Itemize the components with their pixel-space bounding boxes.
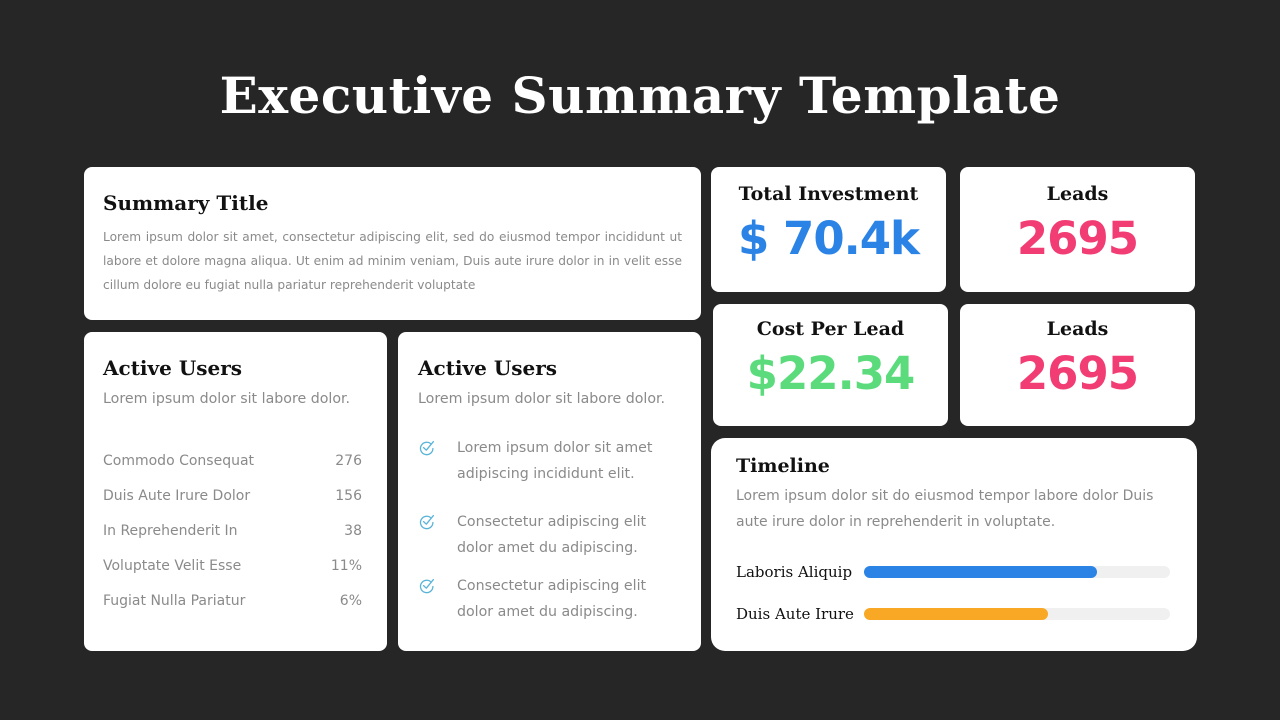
table-row: Duis Aute Irure Dolor 156 [103, 478, 368, 513]
row-value: 156 [335, 487, 362, 504]
slide: Executive Summary Template Summary Title… [0, 0, 1280, 720]
progress-fill [864, 566, 1097, 578]
active-users-table-card: Active Users Lorem ipsum dolor sit labor… [84, 332, 387, 651]
active-users-table-subtitle: Lorem ipsum dolor sit labore dolor. [103, 391, 351, 407]
stat-card-leads-2: Leads 2695 [960, 304, 1195, 426]
progress-list: Laboris Aliquip Duis Aute Irure [736, 551, 1172, 635]
stat-value: 2695 [1016, 347, 1139, 400]
table-row: In Reprehenderit In 38 [103, 513, 368, 548]
stat-card-leads: Leads 2695 [960, 167, 1195, 292]
stat-label: Cost Per Lead [756, 318, 905, 340]
timeline-card: Timeline Lorem ipsum dolor sit do eiusmo… [711, 438, 1197, 651]
row-label: Fugiat Nulla Pariatur [103, 593, 246, 610]
checklist: Lorem ipsum dolor sit amet adipiscing in… [418, 435, 681, 625]
check-circle-icon [418, 577, 436, 595]
table-row: Commodo Consequat 276 [103, 443, 368, 478]
stat-label: Total Investment [738, 183, 919, 205]
row-label: Voluptate Velit Esse [103, 558, 242, 575]
progress-track [864, 608, 1170, 620]
table-row: Voluptate Velit Esse 11% [103, 549, 368, 584]
check-item-text: Lorem ipsum dolor sit amet adipiscing in… [457, 440, 653, 482]
stat-label: Leads [1046, 318, 1109, 340]
summary-title: Summary Title [103, 191, 269, 215]
list-item: Consectetur adipiscing elit dolor amet d… [418, 573, 681, 625]
active-users-table-title: Active Users [103, 356, 243, 380]
row-label: Commodo Consequat [103, 452, 255, 469]
progress-track [864, 566, 1170, 578]
active-users-checklist-card: Active Users Lorem ipsum dolor sit labor… [398, 332, 701, 651]
stat-label: Leads [1046, 183, 1109, 205]
stat-value: $22.34 [746, 347, 916, 400]
check-circle-icon [418, 439, 436, 457]
row-value: 276 [335, 452, 362, 469]
timeline-title: Timeline [736, 455, 830, 477]
list-item: Lorem ipsum dolor sit amet adipiscing in… [418, 435, 681, 487]
check-item-text: Consectetur adipiscing elit dolor amet d… [457, 578, 647, 620]
list-item: Consectetur adipiscing elit dolor amet d… [418, 509, 681, 561]
check-circle-icon [418, 513, 436, 531]
progress-fill [864, 608, 1048, 620]
stat-card-cost-per-lead: Cost Per Lead $22.34 [713, 304, 948, 426]
page-title: Executive Summary Template [219, 66, 1061, 125]
table-row: Fugiat Nulla Pariatur 6% [103, 584, 368, 619]
row-label: In Reprehenderit In [103, 522, 238, 539]
row-label: Duis Aute Irure Dolor [103, 487, 251, 504]
row-value: 11% [330, 558, 362, 575]
progress-row: Laboris Aliquip [736, 551, 1172, 593]
active-users-rows: Commodo Consequat 276 Duis Aute Irure Do… [103, 443, 368, 619]
active-users-checklist-title: Active Users [418, 356, 558, 380]
progress-label: Duis Aute Irure [736, 605, 854, 623]
stat-card-total-investment: Total Investment $ 70.4k [711, 167, 946, 292]
timeline-body: Lorem ipsum dolor sit do eiusmod tempor … [736, 488, 1154, 530]
active-users-checklist-subtitle: Lorem ipsum dolor sit labore dolor. [418, 391, 666, 407]
summary-body: Lorem ipsum dolor sit amet, consectetur … [103, 230, 682, 292]
summary-card: Summary Title Lorem ipsum dolor sit amet… [84, 167, 701, 320]
row-value: 38 [344, 522, 362, 539]
progress-label: Laboris Aliquip [736, 563, 853, 581]
check-item-text: Consectetur adipiscing elit dolor amet d… [457, 514, 647, 556]
row-value: 6% [339, 593, 362, 610]
progress-row: Duis Aute Irure [736, 593, 1172, 635]
stat-value: 2695 [1016, 212, 1139, 265]
stat-value: $ 70.4k [738, 212, 920, 265]
